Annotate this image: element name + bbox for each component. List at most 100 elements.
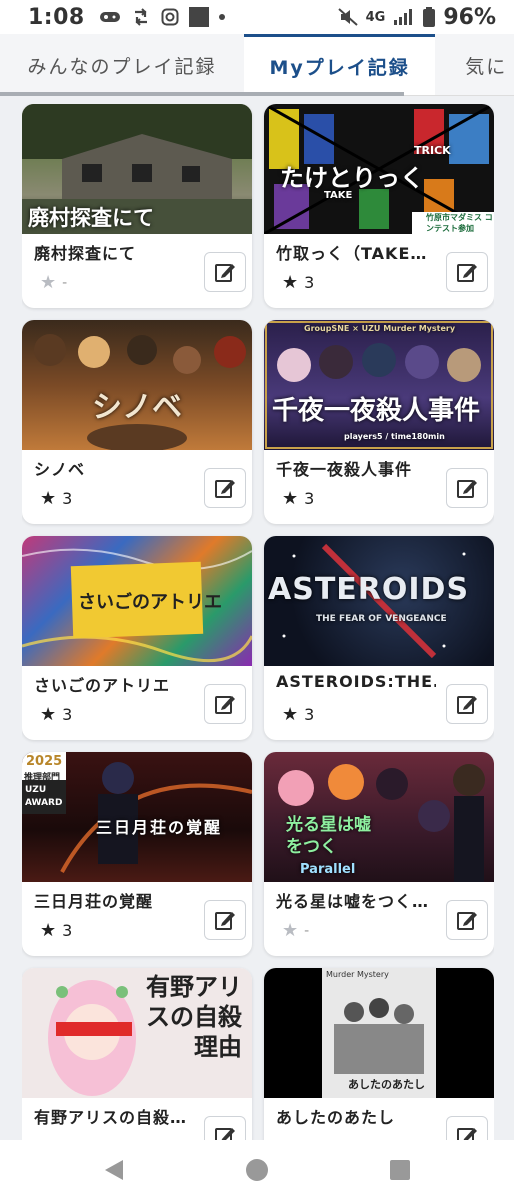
tab-my-records[interactable]: Myプレイ記録 — [243, 34, 436, 95]
home-circle-icon[interactable] — [245, 1158, 269, 1182]
edit-button[interactable] — [204, 468, 246, 508]
repost-icon — [134, 8, 147, 26]
thumbnail-title: 三日月荘の覚醒 — [96, 818, 223, 837]
card-thumbnail: 光る星は嘘をつく Parallel — [264, 752, 494, 882]
thumbnail-subtitle: Parallel — [300, 862, 356, 877]
card-title: 竹取っく（TAKE… — [276, 244, 428, 263]
thumbnail-title: 廃村探査にて — [28, 206, 154, 230]
card-title: さいごのアトリエ — [34, 676, 171, 695]
thumbnail-title: あしたのあたし — [348, 1078, 425, 1091]
card-thumbnail: GroupSNE × UZU Murder Mystery 千夜一夜殺人事件 p… — [264, 320, 494, 450]
card-thumbnail: 有野アリスの自殺理由 — [22, 968, 252, 1098]
thumbnail-title: さいごのアトリエ — [78, 592, 222, 613]
card-thumbnail: TRICK たけとりっく TAKE 竹原市マダミス コンテスト参加 — [264, 104, 494, 234]
star-icon: ★ — [40, 488, 57, 509]
card-title: ASTEROIDS:THE… — [276, 672, 436, 691]
record-card[interactable]: シノベ シノベ ★ 3 — [22, 320, 252, 524]
card-rating: ★ 3 — [40, 488, 72, 509]
record-card[interactable]: GroupSNE × UZU Murder Mystery 千夜一夜殺人事件 p… — [264, 320, 494, 524]
rating-value: 3 — [304, 273, 315, 292]
card-title: 有野アリスの自殺… — [34, 1108, 188, 1127]
thumbnail-subtitle-2: players5 / time180min — [344, 432, 445, 441]
thumbnail-subtitle-2: TAKE — [324, 190, 353, 201]
edit-pencil-icon — [215, 264, 235, 282]
edit-button[interactable] — [446, 252, 488, 292]
edit-button[interactable] — [446, 684, 488, 724]
award-category: 推理部門 — [24, 773, 61, 783]
notification-icons — [99, 7, 225, 27]
star-icon: ★ — [282, 272, 299, 293]
thumbnail-title: 有野アリスの自殺理由 — [146, 973, 242, 1061]
network-type: 4G — [365, 9, 386, 25]
edit-button[interactable] — [204, 900, 246, 940]
rating-value: 3 — [304, 705, 315, 724]
edit-pencil-icon — [215, 480, 235, 498]
card-title: シノベ — [34, 460, 86, 479]
rating-value: - — [62, 274, 68, 291]
rating-value: - — [304, 922, 310, 939]
record-card[interactable]: TRICK たけとりっく TAKE 竹原市マダミス コンテスト参加 竹取っく（T… — [264, 104, 494, 308]
record-card[interactable]: 有野アリスの自殺理由 有野アリスの自殺… — [22, 968, 252, 1140]
card-rating: ★ 3 — [282, 488, 314, 509]
contest-badge: 竹原市マダミス コンテスト参加 — [426, 213, 493, 233]
app-square-icon — [188, 7, 209, 27]
card-rating: ★ 3 — [282, 704, 314, 725]
recents-square-icon[interactable] — [389, 1159, 411, 1181]
status-time: 1:08 — [28, 4, 85, 30]
card-rating: ★ 3 — [282, 272, 314, 293]
star-icon: ★ — [282, 488, 299, 509]
card-title: 廃村探査にて — [34, 244, 137, 263]
back-triangle-icon[interactable] — [103, 1158, 125, 1182]
thumbnail-title: 千夜一夜殺人事件 — [272, 396, 481, 426]
rating-value: 3 — [62, 921, 73, 940]
tab-everyone-records[interactable]: みんなのプレイ記録 — [0, 34, 244, 95]
thumbnail-title: ASTEROIDS — [268, 572, 470, 607]
edit-pencil-icon — [215, 1128, 235, 1140]
edit-button[interactable] — [204, 1116, 246, 1140]
card-thumbnail: 2025 推理部門 UZU AWARD 三日月荘の覚醒 — [22, 752, 252, 882]
record-card[interactable]: 廃村探査にて 廃村探査にて ★ - — [22, 104, 252, 308]
tab-favorites[interactable]: 気に — [435, 34, 514, 95]
card-thumbnail: シノベ — [22, 320, 252, 450]
tab-bar: みんなのプレイ記録 Myプレイ記録 気に — [0, 34, 514, 96]
record-card[interactable]: 2025 推理部門 UZU AWARD 三日月荘の覚醒 三日月荘の覚醒 ★ 3 — [22, 752, 252, 956]
edit-pencil-icon — [215, 912, 235, 930]
star-icon: ★ — [282, 704, 299, 725]
more-dot-icon — [218, 14, 225, 20]
card-rating: ★ 3 — [40, 920, 72, 941]
record-card[interactable]: ASTEROIDS THE FEAR OF VENGEANCE ASTEROID… — [264, 536, 494, 740]
system-nav-bar — [0, 1140, 514, 1200]
battery-percent: 96% — [443, 4, 496, 30]
rating-value: 3 — [62, 489, 73, 508]
record-card[interactable]: 光る星は嘘をつく Parallel 光る星は嘘をつく… ★ - — [264, 752, 494, 956]
thumbnail-subtitle: TRICK — [414, 144, 451, 157]
card-title: あしたのあたし — [276, 1108, 396, 1127]
edit-button[interactable] — [446, 1116, 488, 1140]
card-thumbnail: 廃村探査にて — [22, 104, 252, 234]
thumbnail-subtitle: GroupSNE × UZU Murder Mystery — [304, 324, 456, 333]
award-year: 2025 — [26, 754, 63, 769]
edit-pencil-icon — [457, 1128, 477, 1140]
battery-icon — [423, 7, 436, 27]
edit-button[interactable] — [204, 684, 246, 724]
award-badge: UZU AWARD — [25, 785, 63, 808]
record-card[interactable]: さいごのアトリエ さいごのアトリエ ★ 3 — [22, 536, 252, 740]
star-icon: ★ — [40, 704, 57, 725]
thumbnail-title: たけとりっく — [280, 164, 424, 192]
thumbnail-subtitle: THE FEAR OF VENGEANCE — [316, 614, 447, 624]
rating-value: 3 — [62, 705, 73, 724]
card-title: 光る星は嘘をつく… — [276, 892, 430, 911]
edit-button[interactable] — [446, 900, 488, 940]
card-thumbnail: ASTEROIDS THE FEAR OF VENGEANCE — [264, 536, 494, 666]
rating-value: 3 — [304, 489, 315, 508]
instagram-icon — [161, 8, 179, 26]
edit-button[interactable] — [446, 468, 488, 508]
star-icon: ★ — [282, 920, 299, 941]
tab-scroll-indicator — [0, 92, 404, 96]
record-card[interactable]: Murder Mystery あしたのあたし あしたのあたし — [264, 968, 494, 1140]
thumbnail-subtitle: Murder Mystery — [326, 970, 389, 979]
signal-icon — [394, 9, 413, 25]
card-rating: ★ - — [40, 272, 67, 293]
edit-pencil-icon — [457, 912, 477, 930]
edit-button[interactable] — [204, 252, 246, 292]
